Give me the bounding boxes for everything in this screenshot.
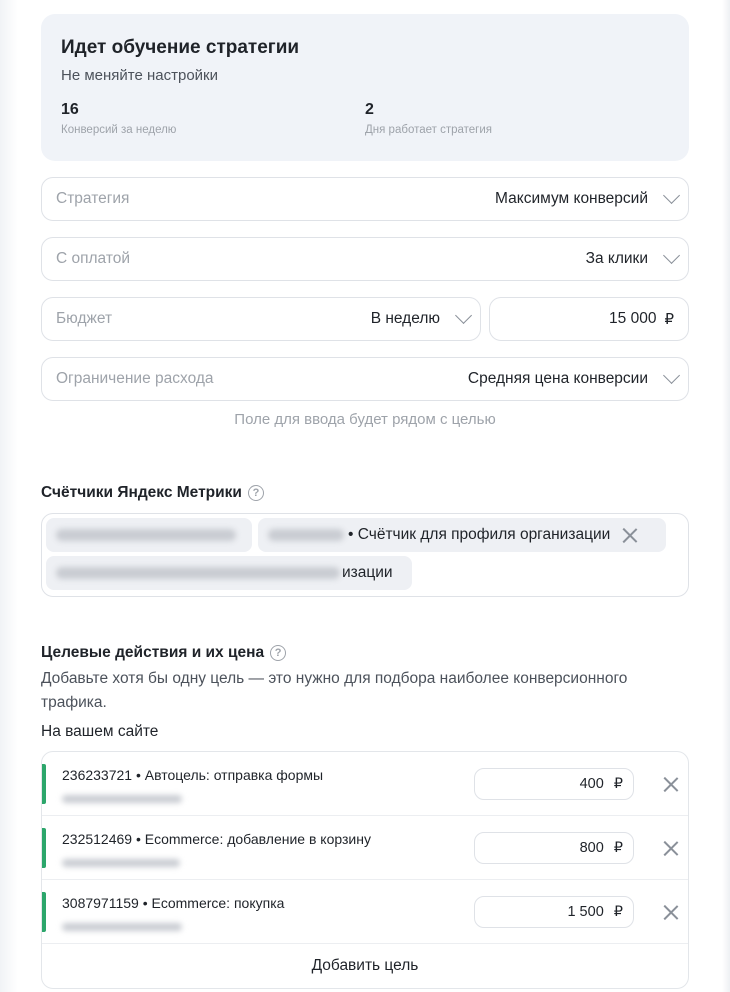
goal-row: 3087971159 • Ecommerce: покупка 1 500 ₽ (42, 880, 688, 944)
blurred-text (56, 567, 340, 579)
strategy-value: Максимум конверсий (495, 190, 648, 207)
payment-select[interactable]: С оплатой За клики (41, 237, 689, 281)
chevron-down-icon (663, 186, 681, 204)
counter-chip-label: • Счётчик для профиля организации (348, 526, 611, 543)
budget-placeholder: Бюджет (56, 310, 113, 327)
add-goal-button[interactable]: Добавить цель (42, 944, 688, 988)
learning-subtitle: Не меняйте настройки (61, 67, 218, 84)
blurred-text (62, 795, 182, 803)
question-icon[interactable]: ? (270, 645, 287, 661)
stat-label: Дня работает стратегия (365, 124, 493, 136)
goals-description: Добавьте хотя бы одну цель — это нужно д… (41, 670, 628, 711)
goal-price-input[interactable]: 1 500 ₽ (474, 896, 634, 928)
chevron-down-icon (663, 246, 681, 264)
right-edge (722, 0, 730, 992)
remove-goal-icon[interactable] (663, 840, 679, 856)
blurred-text (62, 859, 180, 867)
goal-price-value: 400 (579, 776, 604, 792)
limit-value: Средняя цена конверсии (467, 370, 648, 387)
goal-text: 236233721 • Автоцель: отправка формы (62, 766, 323, 808)
goals-header: Целевые действия и их цена ? (41, 643, 689, 663)
strategy-select[interactable]: Стратегия Максимум конверсий (41, 177, 689, 221)
goal-name: 236233721 • Автоцель: отправка формы (62, 767, 324, 783)
remove-chip-icon[interactable] (622, 527, 638, 543)
stat-label: Конверсий за неделю (61, 124, 177, 136)
stat-conversions: 16 Конверсий за неделю (61, 100, 365, 138)
learning-stats: 16 Конверсий за неделю 2 Дня работает ст… (61, 100, 669, 138)
goal-price-value: 1 500 (567, 904, 604, 920)
stat-days: 2 Дня работает стратегия (365, 100, 669, 138)
goal-row: 236233721 • Автоцель: отправка формы 400… (42, 752, 688, 816)
counters-title: Счётчики Яндекс Метрики (41, 484, 242, 501)
budget-period-value: В неделю (370, 310, 440, 327)
chevron-down-icon (663, 366, 681, 384)
strategy-placeholder: Стратегия (56, 190, 130, 207)
goal-price-input[interactable]: 800 ₽ (474, 832, 634, 864)
budget-amount-input[interactable]: 15 000 ₽ (489, 297, 689, 341)
payment-value: За клики (585, 250, 648, 267)
stat-value: 2 (365, 101, 374, 118)
counters-header: Счётчики Яндекс Метрики ? (41, 483, 689, 503)
left-edge (0, 0, 18, 992)
goals-list: 236233721 • Автоцель: отправка формы 400… (41, 751, 689, 989)
learning-title: Идет обучение стратегии (61, 37, 300, 58)
blurred-text (268, 529, 344, 541)
goal-status-bar (42, 892, 46, 932)
chevron-down-icon (455, 306, 473, 324)
goal-price-input[interactable]: 400 ₽ (474, 768, 634, 800)
limit-hint: Поле для ввода будет рядом с целью (234, 411, 496, 428)
counter-chip-profile[interactable]: • Счётчик для профиля организации (258, 518, 666, 552)
counter-chip-blurred[interactable] (46, 518, 252, 552)
limit-placeholder: Ограничение расхода (56, 370, 214, 387)
goal-subtitle (62, 854, 371, 872)
goal-status-bar (42, 764, 46, 804)
goal-text: 232512469 • Ecommerce: добавление в корз… (62, 830, 371, 872)
counter-chip-second[interactable]: изации (46, 556, 412, 590)
goal-name: 3087971159 • Ecommerce: покупка (62, 895, 285, 911)
remove-goal-icon[interactable] (663, 904, 679, 920)
budget-period-select[interactable]: Бюджет В неделю (41, 297, 481, 341)
goal-status-bar (42, 828, 46, 868)
ruble-sign: ₽ (613, 904, 623, 920)
goal-price-value: 800 (579, 840, 604, 856)
goal-name: 232512469 • Ecommerce: добавление в корз… (62, 831, 371, 847)
remove-goal-icon[interactable] (663, 776, 679, 792)
blurred-text (56, 529, 236, 541)
goals-title: Целевые действия и их цена (41, 644, 265, 661)
blurred-text (62, 923, 182, 931)
budget-amount-value: 15 000 (609, 310, 657, 327)
counter-chip-tail: изации (342, 564, 393, 581)
site-goals-label: На вашем сайте (41, 723, 159, 740)
ruble-sign: ₽ (613, 840, 623, 856)
goal-subtitle (62, 790, 323, 808)
goal-row: 232512469 • Ecommerce: добавление в корз… (42, 816, 688, 880)
counters-multiselect[interactable]: • Счётчик для профиля организации изации (41, 513, 689, 597)
strategy-form: Идет обучение стратегии Не меняйте настр… (41, 14, 689, 989)
goal-text: 3087971159 • Ecommerce: покупка (62, 894, 284, 936)
ruble-sign: ₽ (664, 311, 674, 328)
spend-limit-select[interactable]: Ограничение расхода Средняя цена конверс… (41, 357, 689, 401)
question-icon[interactable]: ? (247, 485, 264, 501)
payment-placeholder: С оплатой (56, 250, 131, 267)
ruble-sign: ₽ (613, 776, 623, 792)
learning-panel: Идет обучение стратегии Не меняйте настр… (41, 14, 689, 161)
budget-row: Бюджет В неделю 15 000 ₽ (41, 297, 689, 341)
goal-subtitle (62, 918, 284, 936)
stat-value: 16 (61, 101, 79, 118)
